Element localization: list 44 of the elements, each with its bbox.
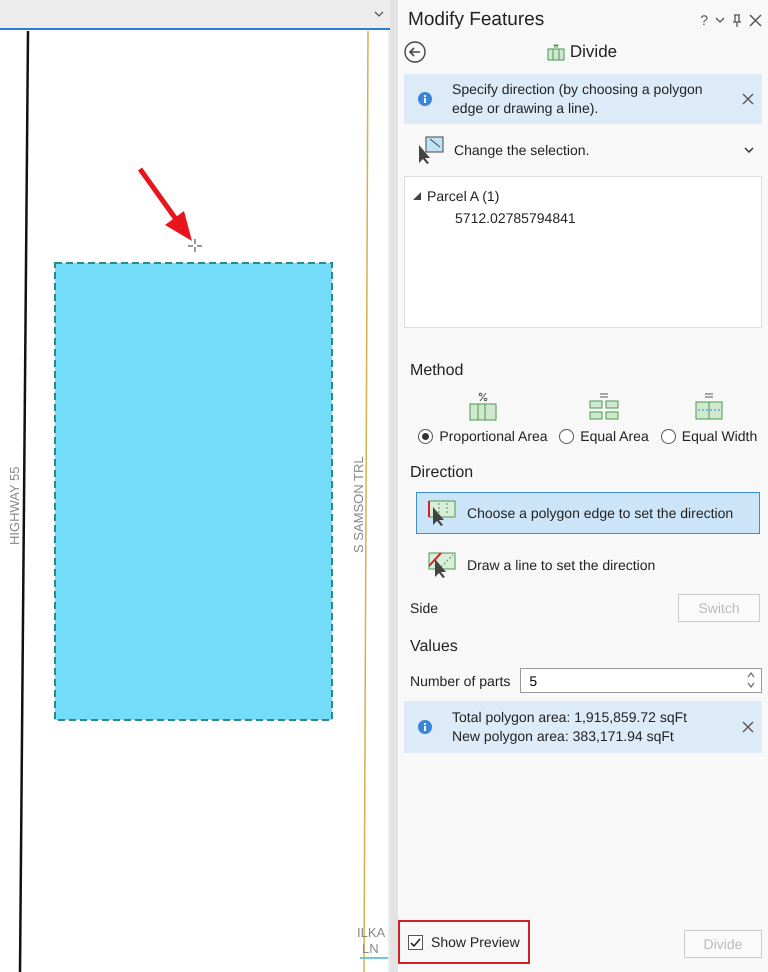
parts-input[interactable]: 5	[520, 668, 762, 693]
chevron-down-icon[interactable]	[715, 17, 725, 23]
close-icon[interactable]	[749, 14, 762, 26]
method-radio[interactable]: Proportional Area	[418, 428, 548, 444]
selection-prompt: Change the selection.	[454, 142, 590, 158]
info-icon	[418, 720, 432, 734]
spinner-icon[interactable]	[746, 670, 756, 690]
tree-item[interactable]: 5712.02785794841	[455, 210, 576, 226]
method-radio[interactable]: Equal Area	[559, 428, 649, 444]
message-text: Specify direction (by choosing a polygon edge or drawing a line).	[452, 80, 704, 118]
section-heading: Method	[409, 362, 464, 380]
close-icon[interactable]	[742, 721, 754, 733]
checkbox[interactable]	[408, 934, 423, 950]
tool-name: Divide	[570, 42, 618, 62]
method-radio[interactable]: Equal Width	[660, 428, 758, 444]
pin-icon[interactable]	[732, 14, 742, 26]
percent-split-icon	[468, 392, 498, 422]
tree-item[interactable]: Parcel A (1)	[427, 188, 500, 204]
chevron-down-icon[interactable]	[744, 147, 754, 153]
back-icon[interactable]	[404, 41, 426, 63]
side-label: Side	[410, 600, 438, 616]
select-pointer-icon[interactable]	[416, 135, 446, 165]
divide-tool-icon	[546, 43, 565, 61]
message-text: New polygon area: 383,171.94 sqFt	[452, 727, 675, 746]
chevron-down-icon[interactable]	[374, 11, 384, 17]
expand-triangle-icon[interactable]	[413, 192, 421, 200]
help-button[interactable]: ?	[700, 12, 708, 28]
section-heading: Values	[409, 638, 459, 656]
equal-area-icon	[588, 392, 620, 422]
direction-option[interactable]: Choose a polygon edge to set the direction	[416, 492, 760, 534]
field-label: Number of parts	[410, 672, 510, 688]
polygon-edge-pointer-icon	[427, 499, 457, 527]
direction-option[interactable]: Draw a line to set the direction	[416, 544, 760, 586]
road-label: HIGHWAY 55	[7, 466, 22, 545]
road-label: S SAMSON TRL	[351, 456, 366, 553]
crosshair-cursor-icon	[188, 238, 202, 252]
equal-width-icon	[694, 392, 724, 422]
draw-line-pointer-icon	[427, 551, 457, 579]
info-icon	[418, 92, 432, 106]
close-icon[interactable]	[742, 93, 754, 105]
message-text: Total polygon area: 1,915,859.72 sqFt	[452, 708, 688, 727]
section-heading: Direction	[409, 464, 474, 482]
checkbox-label[interactable]: Show Preview	[431, 934, 520, 950]
pane-title: Modify Features	[408, 9, 546, 31]
